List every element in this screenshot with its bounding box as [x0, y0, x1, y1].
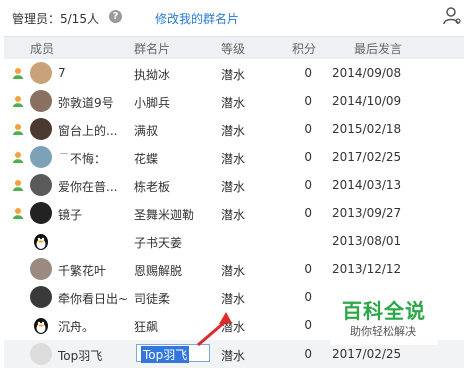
watermark-logo: 百科全说 助你轻松解决	[330, 289, 438, 345]
watermark-title: 百科全说	[342, 299, 426, 323]
watermark-subtitle: 助你轻松解决	[350, 325, 416, 338]
